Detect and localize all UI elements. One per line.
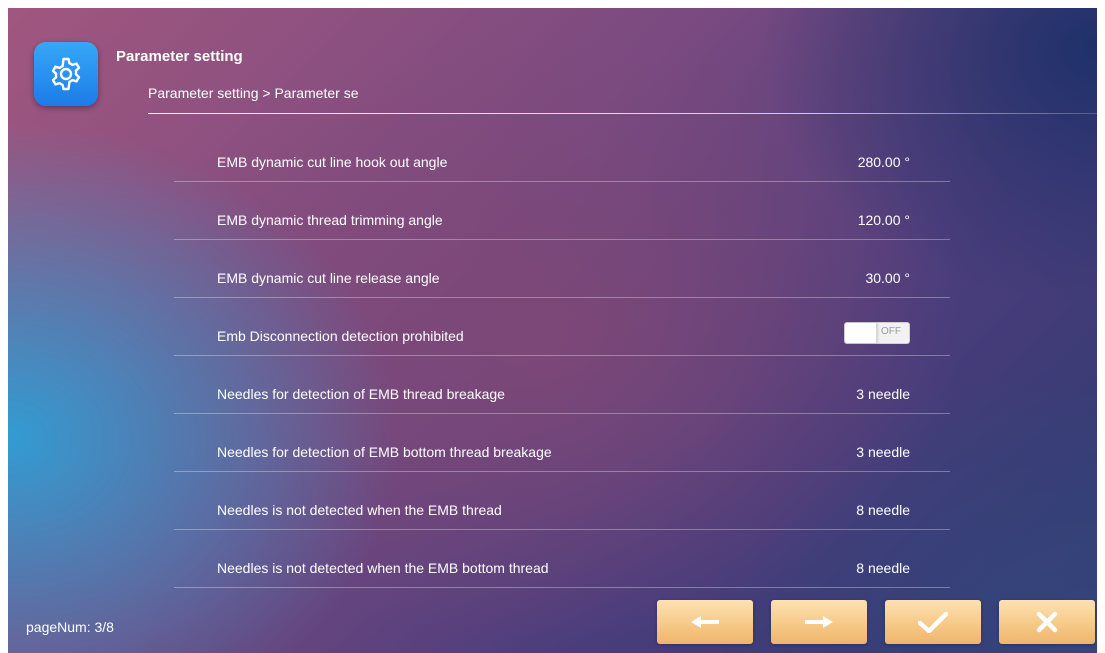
toggle-knob [845, 323, 877, 343]
parameter-row[interactable]: Needles for detection of EMB thread brea… [174, 355, 950, 414]
parameter-value[interactable]: 30.00 ° [865, 270, 910, 286]
parameter-row[interactable]: EMB dynamic cut line hook out angle 280.… [174, 123, 950, 182]
parameter-label: Needles is not detected when the EMB thr… [217, 502, 502, 518]
page-title: Parameter setting [116, 48, 243, 65]
gear-icon [51, 57, 81, 91]
parameter-row[interactable]: Needles is not detected when the EMB bot… [174, 529, 950, 588]
parameter-value[interactable]: 280.00 ° [858, 154, 910, 170]
page-number: pageNum: 3/8 [26, 619, 114, 635]
close-icon [1036, 611, 1058, 633]
parameter-row[interactable]: Needles for detection of EMB bottom thre… [174, 413, 950, 472]
parameter-label: Emb Disconnection detection prohibited [217, 328, 464, 344]
parameter-label: EMB dynamic thread trimming angle [217, 212, 443, 228]
parameter-label: Needles for detection of EMB thread brea… [217, 386, 505, 402]
arrow-right-icon [805, 616, 833, 628]
parameter-label: Needles is not detected when the EMB bot… [217, 560, 549, 576]
parameter-label: EMB dynamic cut line hook out angle [217, 154, 448, 170]
parameter-row[interactable]: Emb Disconnection detection prohibited O… [174, 297, 950, 356]
breadcrumb: Parameter setting > Parameter se [148, 85, 359, 101]
check-icon [918, 611, 948, 633]
parameter-row[interactable]: Needles is not detected when the EMB thr… [174, 471, 950, 530]
detection-toggle[interactable]: OFF [844, 322, 910, 344]
parameter-value[interactable]: 3 needle [856, 444, 910, 460]
parameter-value[interactable]: 3 needle [856, 386, 910, 402]
arrow-left-icon [691, 616, 719, 628]
confirm-button[interactable] [885, 600, 981, 644]
previous-page-button[interactable] [657, 600, 753, 644]
settings-app-icon [34, 42, 98, 106]
cancel-button[interactable] [999, 600, 1095, 644]
header-divider [148, 113, 1097, 114]
parameter-value[interactable]: 8 needle [856, 560, 910, 576]
parameter-label: Needles for detection of EMB bottom thre… [217, 444, 552, 460]
parameter-label: EMB dynamic cut line release angle [217, 270, 440, 286]
parameter-row[interactable]: EMB dynamic cut line release angle 30.00… [174, 239, 950, 298]
parameter-row[interactable]: EMB dynamic thread trimming angle 120.00… [174, 181, 950, 240]
parameter-value[interactable]: 120.00 ° [858, 212, 910, 228]
toggle-state: OFF [881, 326, 901, 337]
parameter-screen: Parameter setting Parameter setting > Pa… [8, 8, 1097, 653]
parameter-value[interactable]: 8 needle [856, 502, 910, 518]
next-page-button[interactable] [771, 600, 867, 644]
